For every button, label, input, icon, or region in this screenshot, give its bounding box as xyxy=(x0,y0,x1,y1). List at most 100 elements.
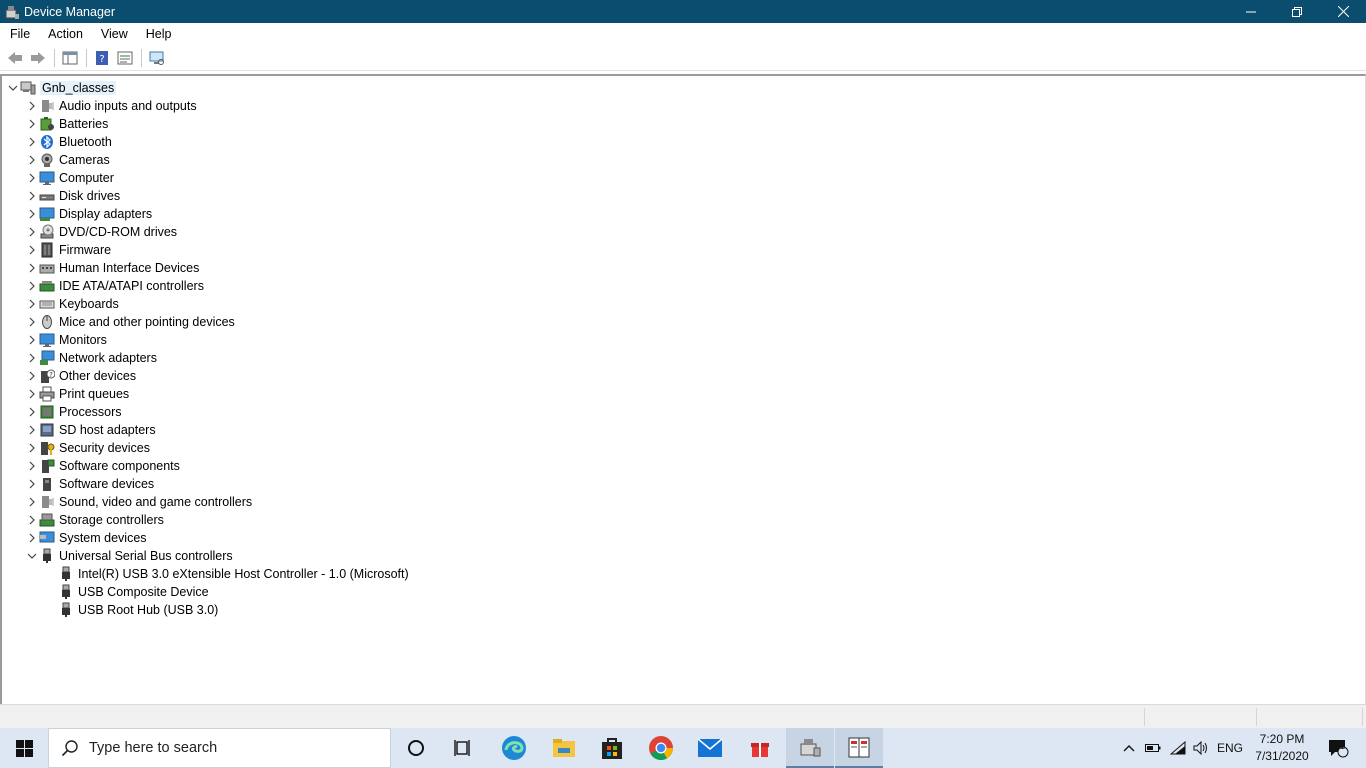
chevron-right-icon[interactable] xyxy=(25,205,39,223)
help-button[interactable]: ? xyxy=(91,47,113,69)
chevron-right-icon[interactable] xyxy=(25,259,39,277)
tree-category-cameras[interactable]: Cameras xyxy=(25,151,110,169)
chevron-right-icon[interactable] xyxy=(25,439,39,457)
properties-button[interactable] xyxy=(114,47,136,69)
status-bar-segment xyxy=(1144,708,1145,726)
menu-action[interactable]: Action xyxy=(38,23,91,45)
restore-button[interactable] xyxy=(1274,0,1320,23)
action-center-button[interactable]: 1 xyxy=(1318,728,1358,768)
speaker-icon xyxy=(1193,741,1207,755)
tree-category-mice-and-other-pointing-devices[interactable]: Mice and other pointing devices xyxy=(25,313,235,331)
chevron-right-icon[interactable] xyxy=(25,493,39,511)
chrome-button[interactable] xyxy=(637,728,685,768)
edge-button[interactable] xyxy=(490,728,538,768)
taskbar-search-box[interactable]: Type here to search xyxy=(48,728,391,768)
processor-icon xyxy=(39,404,55,420)
tree-device-intel-r-usb-3-0-extensible-host-controller-1-0-microsoft[interactable]: Intel(R) USB 3.0 eXtensible Host Control… xyxy=(44,565,409,583)
tree-root-node[interactable]: Gnb_classes xyxy=(6,79,117,97)
menu-help[interactable]: Help xyxy=(136,23,180,45)
chevron-right-icon[interactable] xyxy=(25,115,39,133)
tree-node-label: Computer xyxy=(59,171,114,185)
tree-category-keyboards[interactable]: Keyboards xyxy=(25,295,119,313)
tree-category-audio-inputs-and-outputs[interactable]: Audio inputs and outputs xyxy=(25,97,197,115)
menu-view[interactable]: View xyxy=(91,23,136,45)
gift-app-button[interactable] xyxy=(736,728,784,768)
tree-category-sound-video-and-game-controllers[interactable]: Sound, video and game controllers xyxy=(25,493,252,511)
tree-category-display-adapters[interactable]: Display adapters xyxy=(25,205,152,223)
tree-category-ide-ata-atapi-controllers[interactable]: IDE ATA/ATAPI controllers xyxy=(25,277,204,295)
cortana-button[interactable] xyxy=(392,728,440,768)
menu-file[interactable]: File xyxy=(0,23,38,45)
chevron-right-icon[interactable] xyxy=(25,349,39,367)
chevron-right-icon[interactable] xyxy=(25,223,39,241)
chevron-right-icon[interactable] xyxy=(25,169,39,187)
scan-hardware-button[interactable] xyxy=(146,47,168,69)
close-button[interactable] xyxy=(1320,0,1366,23)
chevron-right-icon[interactable] xyxy=(25,367,39,385)
network-tray-button[interactable] xyxy=(1166,728,1190,768)
tree-device-usb-composite-device[interactable]: USB Composite Device xyxy=(44,583,209,601)
tree-category-monitors[interactable]: Monitors xyxy=(25,331,107,349)
tree-category-human-interface-devices[interactable]: Human Interface Devices xyxy=(25,259,199,277)
wifi-icon xyxy=(1170,741,1186,755)
tree-device-usb-root-hub-usb-3-0[interactable]: USB Root Hub (USB 3.0) xyxy=(44,601,218,619)
chevron-right-icon[interactable] xyxy=(25,241,39,259)
volume-tray-button[interactable] xyxy=(1190,728,1212,768)
keyboard-icon xyxy=(39,296,55,312)
mail-button[interactable] xyxy=(686,728,734,768)
chevron-right-icon[interactable] xyxy=(25,511,39,529)
chevron-right-icon[interactable] xyxy=(25,133,39,151)
tree-category-security-devices[interactable]: Security devices xyxy=(25,439,150,457)
chevron-right-icon[interactable] xyxy=(25,97,39,115)
tree-category-storage-controllers[interactable]: Storage controllers xyxy=(25,511,164,529)
chevron-right-icon[interactable] xyxy=(25,277,39,295)
tree-node-label: Mice and other pointing devices xyxy=(59,315,235,329)
device-manager-taskbar-button[interactable] xyxy=(786,728,834,768)
mouse-icon xyxy=(39,314,55,330)
tree-category-disk-drives[interactable]: Disk drives xyxy=(25,187,120,205)
tree-category-other-devices[interactable]: ? Other devices xyxy=(25,367,136,385)
chevron-down-icon[interactable] xyxy=(6,79,20,97)
chevron-right-icon[interactable] xyxy=(25,331,39,349)
tree-category-software-components[interactable]: Software components xyxy=(25,457,180,475)
chevron-right-icon[interactable] xyxy=(25,295,39,313)
disk-drive-icon xyxy=(39,188,55,204)
start-button[interactable] xyxy=(0,728,48,768)
tree-category-software-devices[interactable]: Software devices xyxy=(25,475,154,493)
show-hidden-icons-button[interactable] xyxy=(1118,728,1140,768)
chevron-right-icon[interactable] xyxy=(25,313,39,331)
device-tree[interactable]: Gnb_classes Audio inputs and outputs Batte… xyxy=(0,74,1366,704)
tree-category-computer[interactable]: Computer xyxy=(25,169,114,187)
chevron-right-icon[interactable] xyxy=(25,421,39,439)
forward-button[interactable] xyxy=(27,47,49,69)
chevron-right-icon[interactable] xyxy=(25,457,39,475)
chevron-right-icon[interactable] xyxy=(25,385,39,403)
minimize-button[interactable] xyxy=(1228,0,1274,23)
show-hide-console-tree-icon xyxy=(62,51,78,64)
clock[interactable]: 7:20 PM 7/31/2020 xyxy=(1248,731,1316,765)
tree-category-batteries[interactable]: Batteries xyxy=(25,115,108,133)
chevron-right-icon[interactable] xyxy=(25,151,39,169)
tree-category-processors[interactable]: Processors xyxy=(25,403,122,421)
task-view-button[interactable] xyxy=(440,728,488,768)
tree-category-firmware[interactable]: Firmware xyxy=(25,241,111,259)
store-button[interactable] xyxy=(588,728,636,768)
tree-category-sd-host-adapters[interactable]: SD host adapters xyxy=(25,421,156,439)
chevron-right-icon[interactable] xyxy=(25,475,39,493)
tree-category-dvd-cd-rom-drives[interactable]: DVD/CD-ROM drives xyxy=(25,223,177,241)
battery-tray-button[interactable] xyxy=(1142,728,1164,768)
tree-category-print-queues[interactable]: Print queues xyxy=(25,385,129,403)
back-button[interactable] xyxy=(4,47,26,69)
tree-category-network-adapters[interactable]: Network adapters xyxy=(25,349,157,367)
book-app-taskbar-button[interactable] xyxy=(835,728,883,768)
show-hide-console-tree-button[interactable] xyxy=(59,47,81,69)
chevron-down-icon[interactable] xyxy=(25,547,39,565)
tree-category-bluetooth[interactable]: Bluetooth xyxy=(25,133,112,151)
file-explorer-button[interactable] xyxy=(540,728,588,768)
chevron-right-icon[interactable] xyxy=(25,187,39,205)
tree-category-universal-serial-bus-controllers[interactable]: Universal Serial Bus controllers xyxy=(25,547,233,565)
chevron-right-icon[interactable] xyxy=(25,403,39,421)
language-indicator[interactable]: ENG xyxy=(1214,728,1246,768)
chevron-right-icon[interactable] xyxy=(25,529,39,547)
tree-category-system-devices[interactable]: System devices xyxy=(25,529,147,547)
